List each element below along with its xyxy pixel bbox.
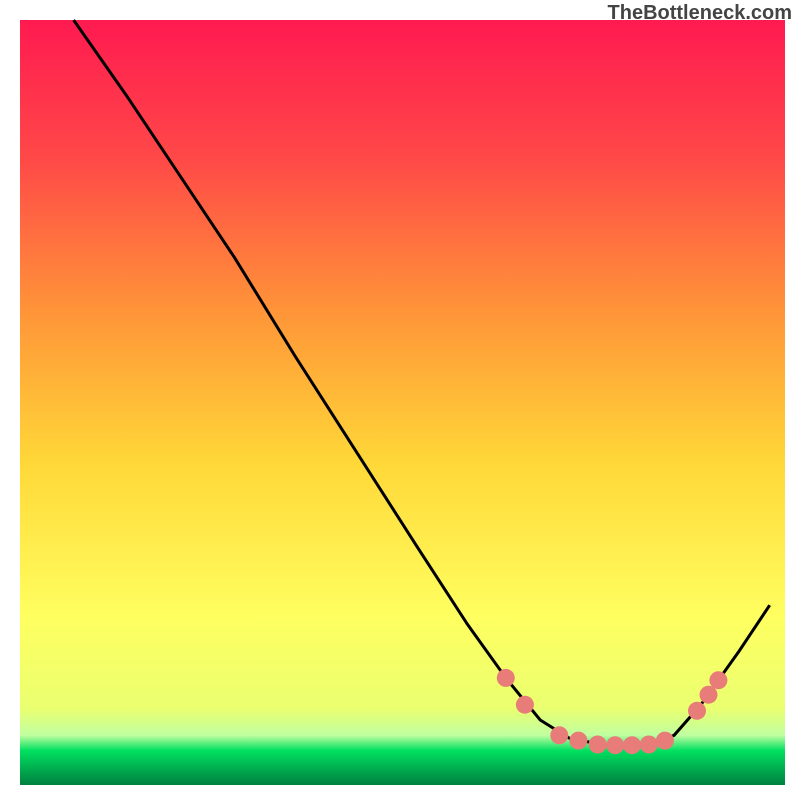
curve-marker: [497, 669, 515, 687]
curve-marker: [656, 732, 674, 750]
curve-marker: [623, 736, 641, 754]
curve-marker: [709, 671, 727, 689]
bottleneck-chart: [0, 0, 800, 800]
curve-marker: [550, 726, 568, 744]
curve-marker: [688, 702, 706, 720]
curve-marker: [589, 736, 607, 754]
watermark-label: TheBottleneck.com: [608, 2, 792, 25]
chart-container: TheBottleneck.com: [0, 0, 800, 800]
curve-marker: [516, 696, 534, 714]
curve-marker: [640, 736, 658, 754]
curve-marker: [569, 732, 587, 750]
curve-marker: [606, 736, 624, 754]
gradient-background: [20, 20, 785, 785]
